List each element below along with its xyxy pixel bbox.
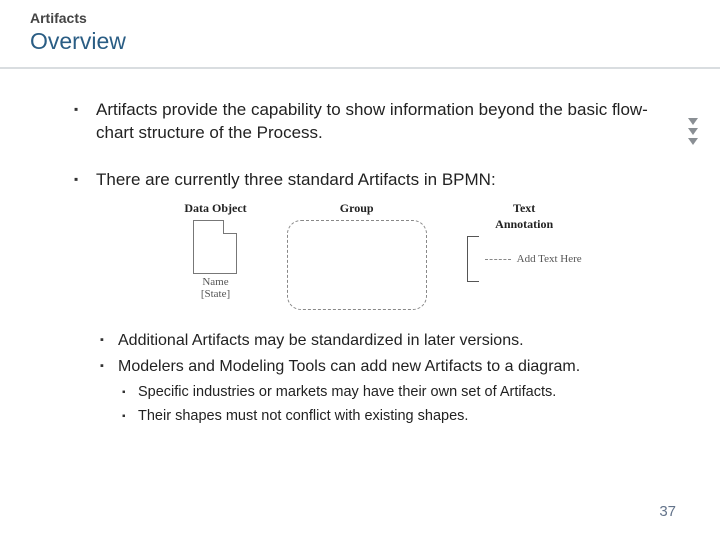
bullet-text: There are currently three standard Artif… <box>96 170 496 189</box>
diagram-label: Group <box>340 200 374 216</box>
page-number: 37 <box>659 503 676 520</box>
diagram-label: Data Object <box>184 200 246 216</box>
bullet-item: Specific industries or markets may have … <box>118 383 670 403</box>
bullet-item: Artifacts provide the capability to show… <box>70 99 670 145</box>
diagram-hint: Add Text Here <box>517 252 582 267</box>
bullet-item: Additional Artifacts may be standardized… <box>96 330 670 352</box>
group-box-icon <box>287 220 427 310</box>
diagram-label: Text <box>495 200 553 216</box>
page-title: Overview <box>30 28 720 55</box>
bullet-text: Modelers and Modeling Tools can add new … <box>118 358 580 375</box>
diagram-label: Annotation <box>495 216 553 232</box>
bullet-item: Their shapes must not conflict with exis… <box>118 407 670 427</box>
data-object-icon <box>193 220 237 274</box>
diagram-caption: Name <box>201 276 230 288</box>
bullet-item: Modelers and Modeling Tools can add new … <box>96 356 670 427</box>
artifact-text-annotation: Text Annotation Add Text Here <box>467 200 582 282</box>
diagram-caption: [State] <box>201 288 230 300</box>
text-annotation-icon: Add Text Here <box>467 236 582 282</box>
artifact-data-object: Data Object Name [State] <box>184 200 246 300</box>
bullet-item: There are currently three standard Artif… <box>70 169 670 426</box>
artifacts-diagram: Data Object Name [State] Group <box>96 200 670 310</box>
decorative-triangles <box>688 118 698 145</box>
artifact-group: Group <box>287 200 427 310</box>
breadcrumb: Artifacts <box>30 10 720 26</box>
